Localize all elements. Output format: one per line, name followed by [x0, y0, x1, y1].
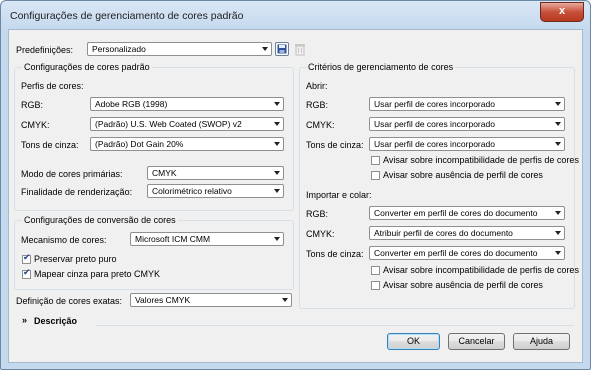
close-button[interactable]: x [540, 2, 584, 22]
save-preset-button[interactable] [275, 42, 289, 56]
open-cmyk-select[interactable]: Usar perfil de cores incorporado [369, 117, 565, 131]
exact-colors-select[interactable]: Valores CMYK [130, 293, 292, 307]
chevron-down-icon [274, 142, 280, 146]
help-button[interactable]: Ajuda [513, 333, 570, 350]
preserve-black-checkbox[interactable] [22, 253, 31, 264]
rgb-profile-value: Adobe RGB (1998) [95, 99, 168, 109]
chevron-down-icon [274, 122, 280, 126]
floppy-disk-icon [277, 44, 287, 54]
close-icon: x [558, 5, 566, 17]
chevron-down-icon [555, 211, 561, 215]
chevron-down-icon [555, 251, 561, 255]
gray-profile-select[interactable]: (Padrão) Dot Gain 20% [90, 137, 284, 151]
import-gray-label: Tons de cinza: [306, 249, 364, 259]
open-gray-select[interactable]: Usar perfil de cores incorporado [369, 137, 565, 151]
open-warn-missing-checkbox[interactable] [371, 171, 380, 180]
rendering-intent-select[interactable]: Colorimétrico relativo [147, 184, 284, 198]
open-rgb-select[interactable]: Usar perfil de cores incorporado [369, 97, 565, 111]
rendering-intent-value: Colorimétrico relativo [152, 186, 232, 196]
rgb-profile-label: RGB: [21, 100, 44, 110]
import-warn-mismatch-label: Avisar sobre incompatibilidade de perfis… [383, 265, 579, 275]
import-rgb-value: Converter em perfil de cores do document… [374, 208, 538, 218]
engine-label: Mecanismo de cores: [21, 235, 107, 245]
open-gray-value: Usar perfil de cores incorporado [374, 139, 495, 149]
trash-icon [295, 44, 305, 56]
presets-value: Personalizado [92, 44, 146, 54]
cancel-button[interactable]: Cancelar [448, 333, 505, 350]
exact-colors-label: Definição de cores exatas: [16, 296, 123, 306]
import-cmyk-label: CMYK: [306, 229, 335, 239]
primary-mode-label: Modo de cores primárias: [21, 169, 123, 179]
import-gray-select[interactable]: Converter em perfil de cores do document… [369, 246, 565, 260]
open-warn-missing-label: Avisar sobre ausência de perfil de cores [383, 170, 543, 180]
open-gray-label: Tons de cinza: [306, 140, 364, 150]
import-gray-value: Converter em perfil de cores do document… [374, 248, 538, 258]
import-rgb-label: RGB: [306, 209, 329, 219]
chevron-down-icon [555, 142, 561, 146]
rgb-profile-select[interactable]: Adobe RGB (1998) [90, 97, 284, 111]
cmyk-profile-label: CMYK: [21, 120, 50, 130]
cmyk-profile-value: (Padrão) U.S. Web Coated (SWOP) v2 [95, 119, 242, 129]
description-toggle[interactable]: » Descrição [16, 315, 96, 329]
title-bar[interactable]: Configurações de gerenciamento de cores … [1, 1, 590, 27]
open-rgb-value: Usar perfil de cores incorporado [374, 99, 495, 109]
open-heading: Abrir: [306, 81, 328, 91]
engine-select[interactable]: Microsoft ICM CMM [130, 232, 284, 246]
primary-mode-value: CMYK [152, 168, 177, 178]
import-warn-missing-label: Avisar sobre ausência de perfil de cores [383, 280, 543, 290]
chevron-down-icon [555, 122, 561, 126]
gray-profile-value: (Padrão) Dot Gain 20% [95, 139, 184, 149]
import-cmyk-value: Atribuir perfil de cores do documento [374, 228, 513, 238]
ok-button[interactable]: OK [387, 333, 440, 350]
cmyk-profile-select[interactable]: (Padrão) U.S. Web Coated (SWOP) v2 [90, 117, 284, 131]
import-heading: Importar e colar: [306, 190, 372, 200]
window-title: Configurações de gerenciamento de cores … [10, 10, 244, 22]
dialog-window: Configurações de gerenciamento de cores … [0, 0, 591, 370]
separator [17, 325, 574, 326]
presets-label: Predefinições: [16, 45, 74, 55]
open-cmyk-label: CMYK: [306, 120, 335, 130]
chevron-down-icon [274, 102, 280, 106]
primary-mode-select[interactable]: CMYK [147, 166, 284, 180]
open-cmyk-value: Usar perfil de cores incorporado [374, 119, 495, 129]
map-gray-label: Mapear cinza para preto CMYK [34, 269, 161, 279]
gray-profile-label: Tons de cinza: [21, 140, 79, 150]
dialog-client: Predefinições: Personalizado Configuraçõ… [8, 29, 583, 363]
open-warn-mismatch-checkbox[interactable] [371, 156, 380, 165]
description-label: Descrição [34, 316, 78, 326]
presets-select[interactable]: Personalizado [87, 42, 272, 56]
chevron-down-icon [555, 102, 561, 106]
profiles-heading: Perfis de cores: [21, 81, 84, 91]
open-rgb-label: RGB: [306, 100, 329, 110]
rendering-intent-label: Finalidade de renderização: [21, 187, 133, 197]
import-cmyk-select[interactable]: Atribuir perfil de cores do documento [369, 226, 565, 240]
chevron-down-icon [262, 47, 268, 51]
policies-title: Critérios de gerenciamento de cores [306, 62, 456, 72]
chevron-down-icon [274, 237, 280, 241]
chevron-down-icon [274, 171, 280, 175]
chevron-down-icon [274, 189, 280, 193]
engine-value: Microsoft ICM CMM [135, 234, 211, 244]
chevron-down-icon [555, 231, 561, 235]
open-warn-mismatch-label: Avisar sobre incompatibilidade de perfis… [383, 155, 579, 165]
import-warn-mismatch-checkbox[interactable] [371, 266, 380, 275]
double-chevron-down-icon: » [22, 315, 28, 325]
preserve-black-label: Preservar preto puro [34, 254, 117, 264]
import-rgb-select[interactable]: Converter em perfil de cores do document… [369, 206, 565, 220]
chevron-down-icon [282, 298, 288, 302]
exact-colors-value: Valores CMYK [135, 295, 191, 305]
import-warn-missing-checkbox[interactable] [371, 281, 380, 290]
map-gray-checkbox[interactable] [22, 268, 31, 279]
conversion-title: Configurações de conversão de cores [22, 215, 178, 225]
delete-preset-button[interactable] [293, 42, 307, 56]
default-settings-title: Configurações de cores padrão [22, 62, 152, 72]
